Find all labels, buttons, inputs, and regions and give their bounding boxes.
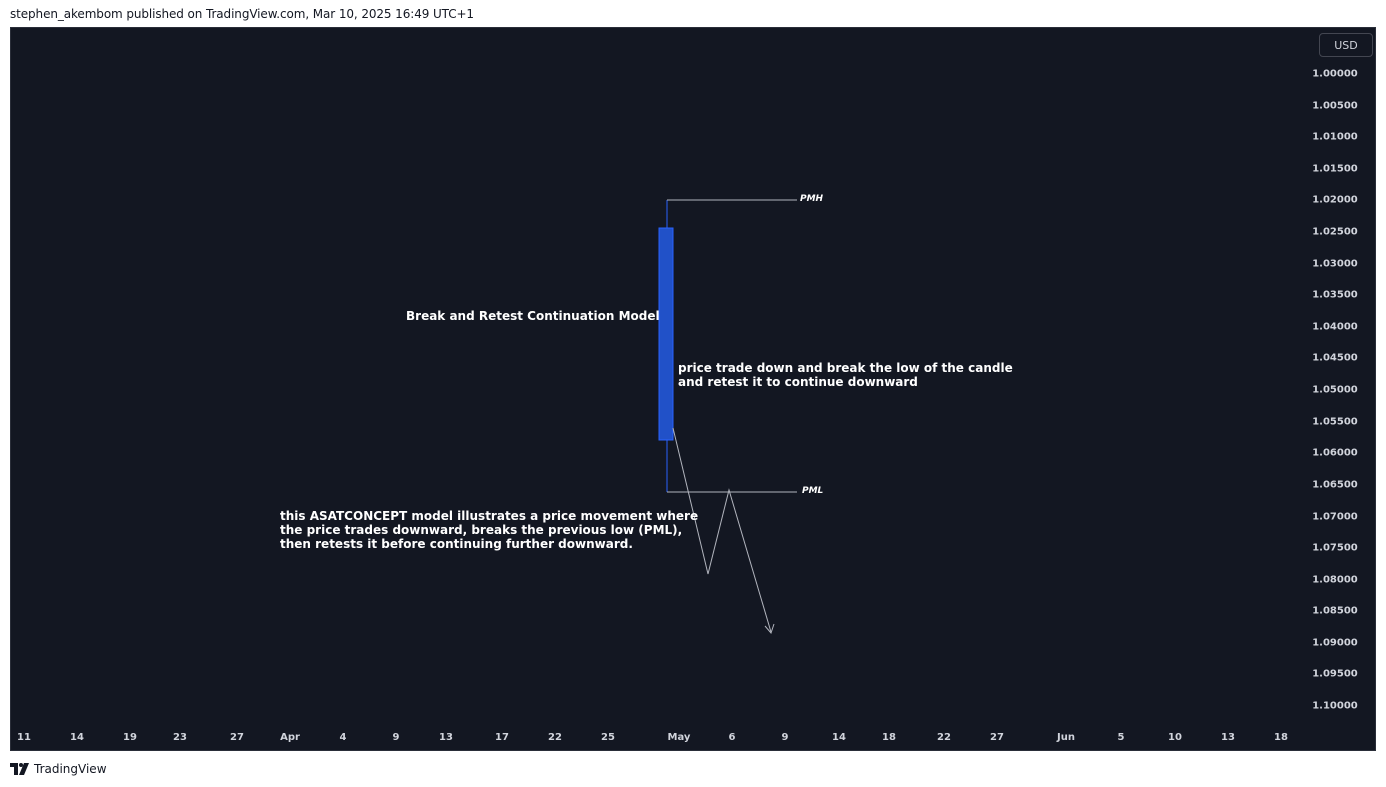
explanation-note[interactable]: this ASATCONCEPT model illustrates a pri… [280, 509, 698, 551]
footer-brand-text: TradingView [34, 762, 107, 776]
explanation-line: the price trades downward, breaks the pr… [280, 523, 683, 537]
candle-note-line: price trade down and break the low of th… [678, 361, 1013, 375]
model-title[interactable]: Break and Retest Continuation Model [406, 309, 660, 323]
candle-note[interactable]: price trade down and break the low of th… [678, 361, 1013, 389]
candle-note-line: and retest it to continue downward [678, 375, 918, 389]
chart-pane[interactable]: USD 1.00000 1.00500 1.01000 1.01500 1.02… [10, 27, 1376, 751]
footer-brand[interactable]: TradingView [10, 762, 107, 776]
tradingview-logo-icon [10, 763, 29, 775]
publisher-line: stephen_akembom published on TradingView… [10, 7, 474, 21]
drawing-layer[interactable] [11, 28, 1375, 750]
explanation-line: this ASATCONCEPT model illustrates a pri… [280, 509, 699, 523]
pml-label: PML [802, 486, 824, 496]
candle-body[interactable] [658, 227, 674, 441]
pmh-label: PMH [800, 194, 824, 204]
explanation-line: then retests it before continuing furthe… [280, 537, 633, 551]
